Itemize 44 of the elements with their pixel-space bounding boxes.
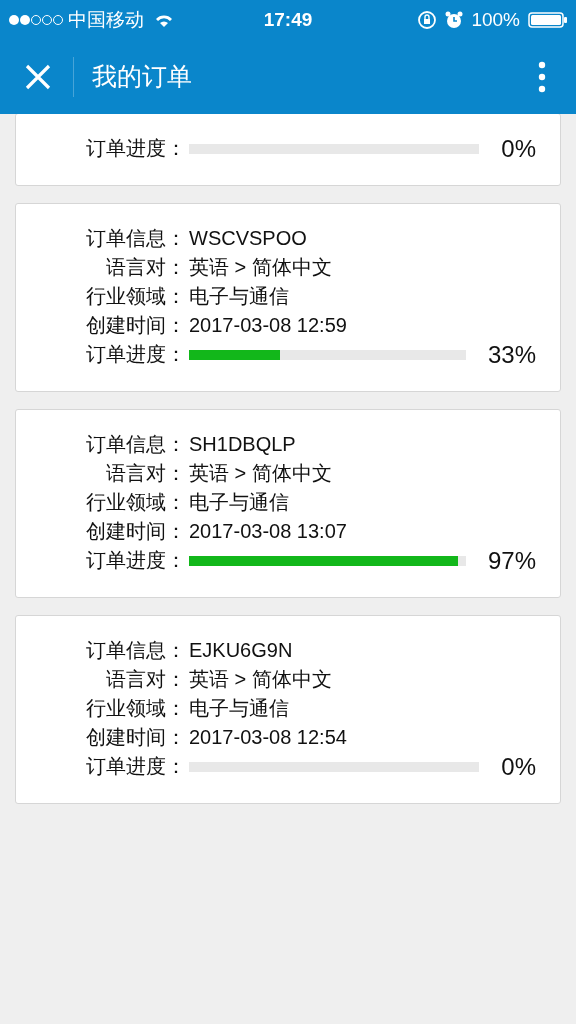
- progress-percent: 33%: [487, 340, 536, 369]
- field-label: 行业领域：: [85, 284, 186, 309]
- field-label: 订单信息：: [85, 638, 186, 663]
- battery-percent: 100%: [471, 7, 520, 32]
- field-value: EJKU6G9N: [189, 638, 293, 663]
- close-icon: [25, 64, 51, 90]
- field-label: 行业领域：: [85, 490, 186, 515]
- status-time: 17:49: [262, 7, 314, 32]
- field-value: 2017-03-08 13:07: [189, 519, 347, 544]
- field-label: 行业领域：: [85, 696, 186, 721]
- carrier-name: 中国移动: [68, 7, 144, 32]
- signal-icon: [8, 14, 64, 26]
- field-value: 英语 > 简体中文: [189, 461, 332, 486]
- more-icon: [538, 61, 546, 93]
- field-label: 订单进度：: [85, 548, 186, 573]
- field-value: 2017-03-08 12:54: [189, 725, 347, 750]
- rotation-lock-icon: [417, 10, 438, 30]
- field-label: 语言对：: [105, 667, 186, 692]
- progress-percent: 0%: [501, 134, 536, 163]
- field-label: 语言对：: [105, 461, 186, 486]
- progress-percent: 0%: [501, 752, 536, 781]
- field-value: 电子与通信: [189, 284, 289, 309]
- progress-percent: 97%: [487, 546, 536, 575]
- field-value: 电子与通信: [189, 490, 289, 515]
- more-button[interactable]: [538, 61, 546, 93]
- page-title: 我的订单: [92, 61, 193, 93]
- field-label: 订单进度：: [85, 136, 186, 161]
- close-button[interactable]: [25, 64, 51, 90]
- field-label: 语言对：: [105, 255, 186, 280]
- field-value: 英语 > 简体中文: [189, 255, 332, 280]
- field-value: 电子与通信: [189, 696, 289, 721]
- alarm-icon: [445, 11, 464, 29]
- field-value: SH1DBQLP: [189, 432, 296, 457]
- field-label: 创建时间：: [85, 725, 186, 750]
- field-label: 订单信息：: [85, 226, 186, 251]
- battery-icon: [528, 11, 568, 29]
- field-value: 英语 > 简体中文: [189, 667, 332, 692]
- field-label: 订单信息：: [85, 432, 186, 457]
- field-label: 创建时间：: [85, 313, 186, 338]
- field-label: 订单进度：: [85, 342, 186, 367]
- field-value: 2017-03-08 12:59: [189, 313, 347, 338]
- field-label: 订单进度：: [85, 754, 186, 779]
- field-value: WSCVSPOO: [189, 226, 307, 251]
- field-label: 创建时间：: [85, 519, 186, 544]
